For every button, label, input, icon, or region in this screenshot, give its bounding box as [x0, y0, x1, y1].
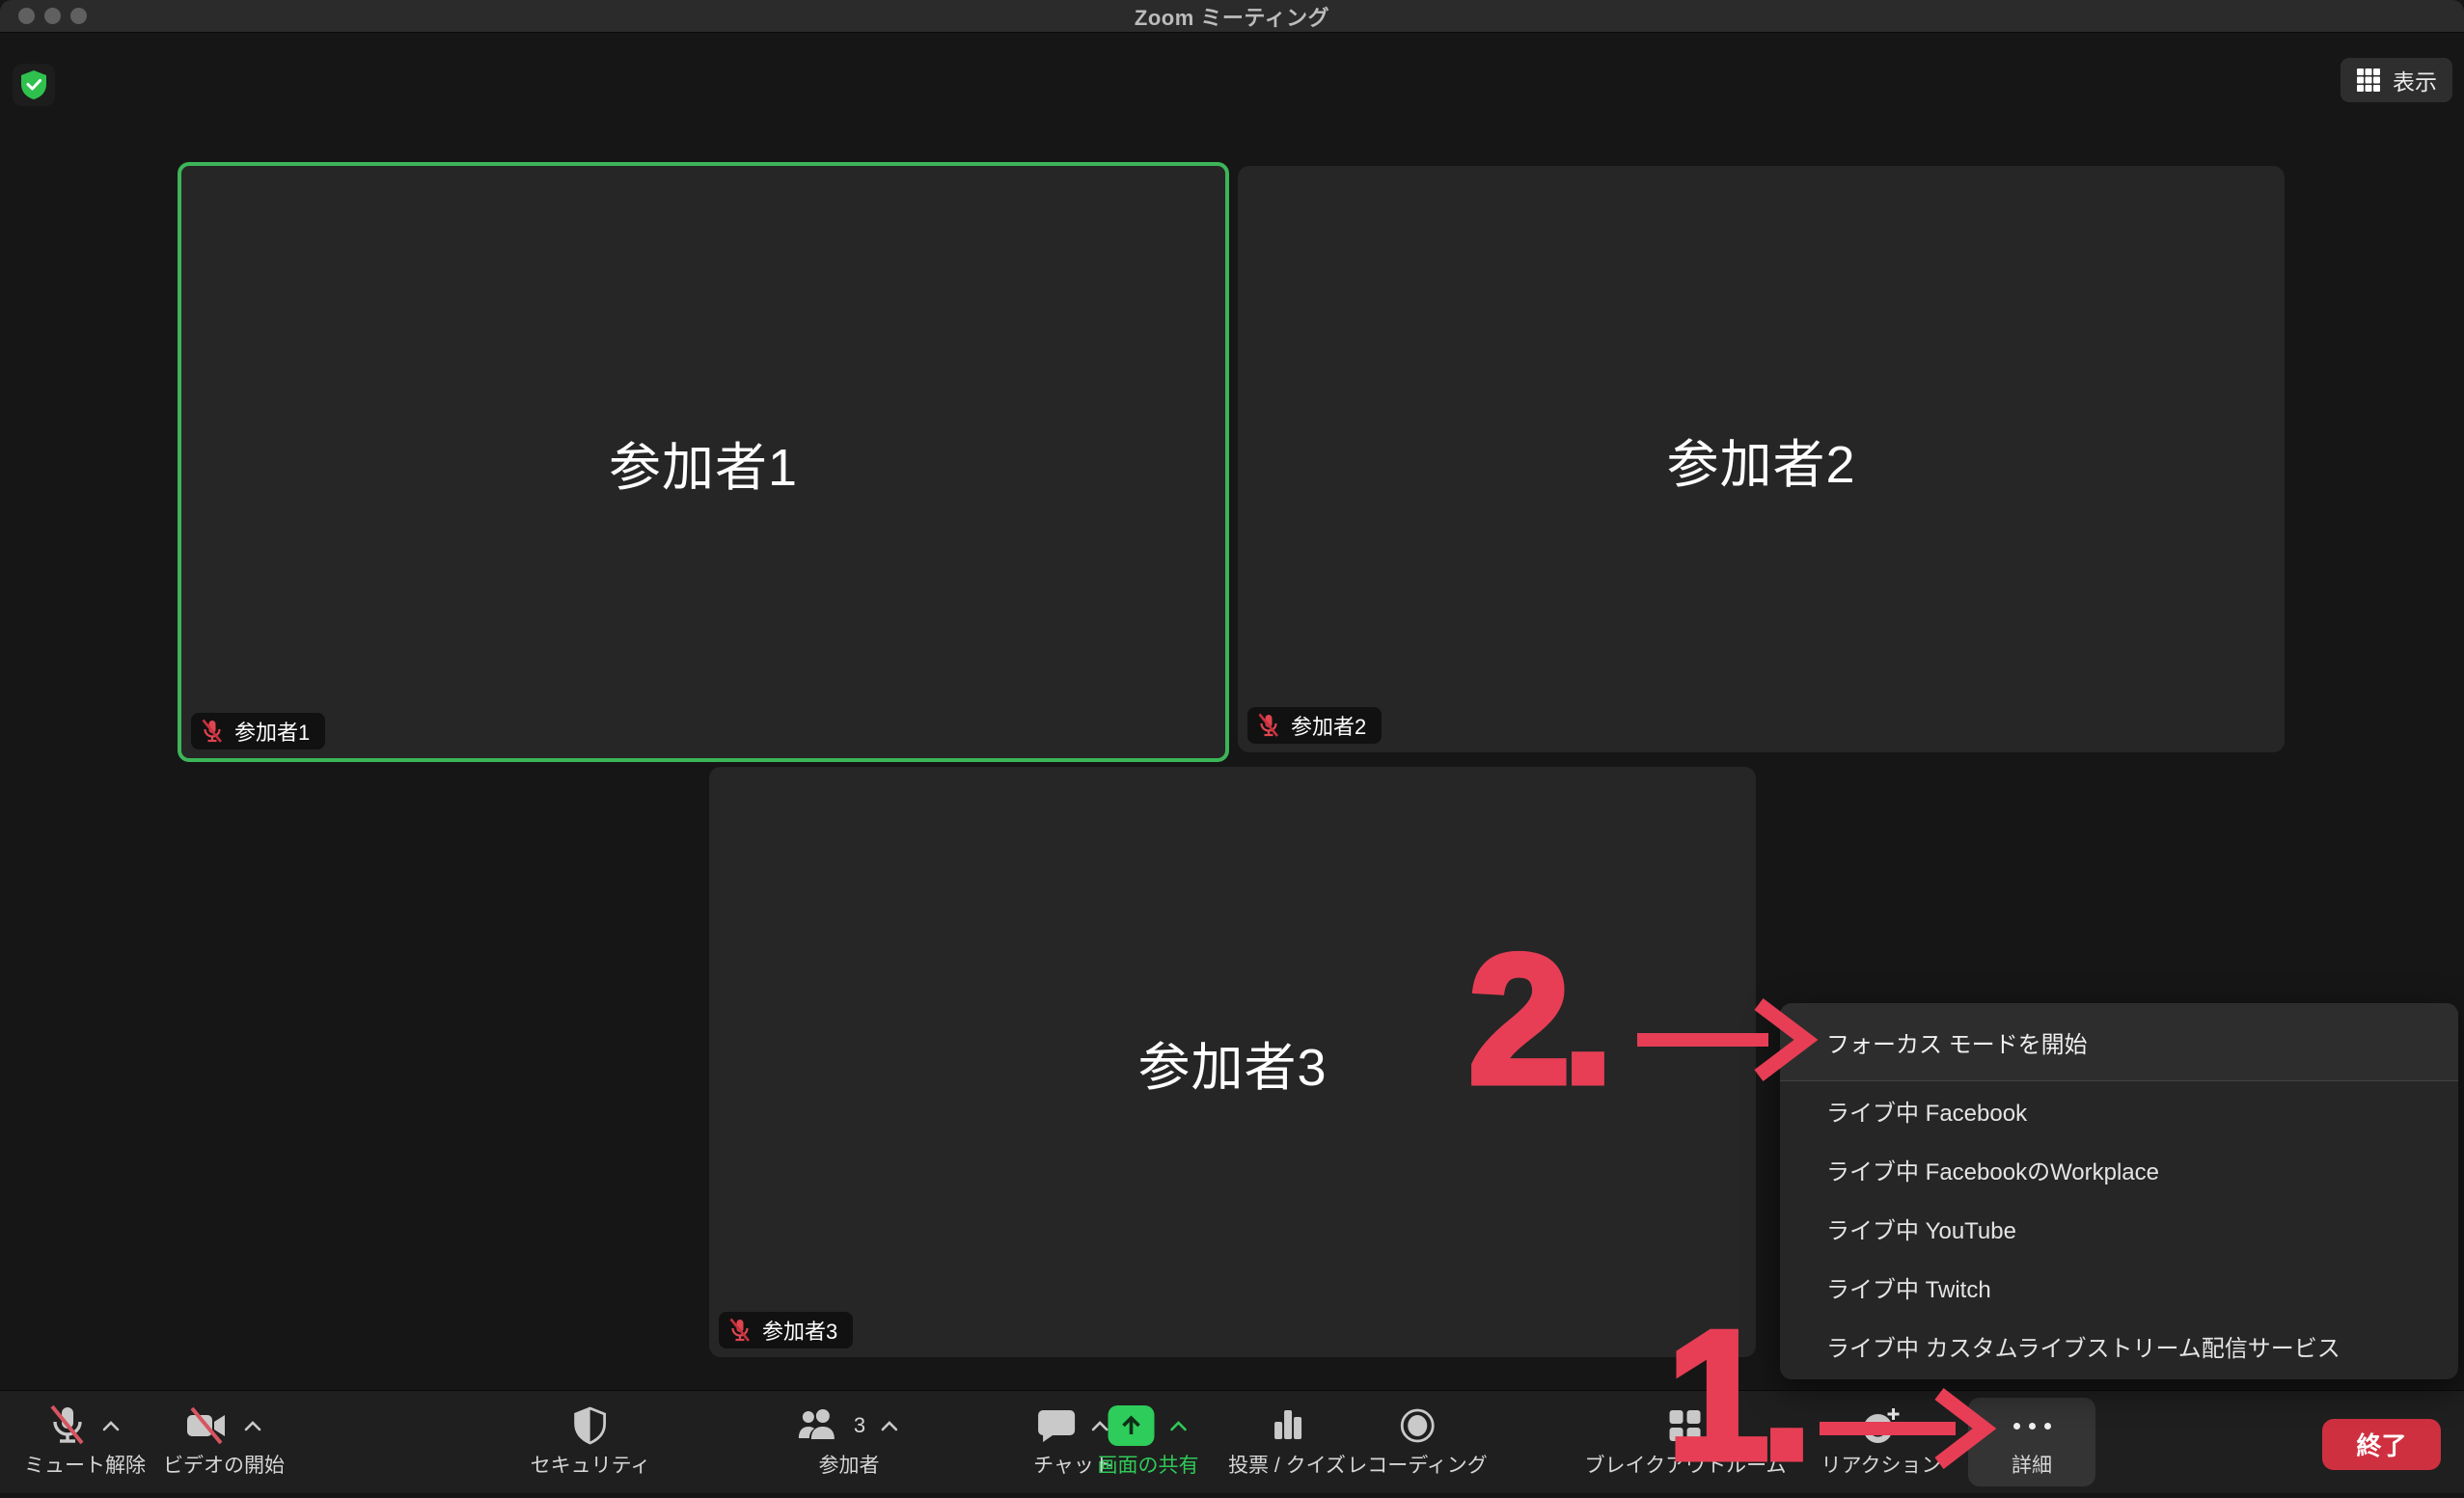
share-chevron-icon[interactable] — [1167, 1419, 1189, 1432]
camera-off-icon — [184, 1406, 229, 1445]
annotation-arrow-2 — [1630, 998, 1819, 1085]
participant-name-center: 参加者2 — [1666, 422, 1855, 498]
meeting-info-shield-button[interactable] — [13, 64, 55, 106]
participants-chevron-icon[interactable] — [879, 1419, 900, 1432]
menu-item-live-facebook[interactable]: ライブ中 Facebook — [1780, 1081, 2458, 1140]
window-title: Zoom ミーティング — [0, 0, 2464, 32]
security-shield-icon — [574, 1406, 607, 1445]
participant-name-pill: 参加者3 — [719, 1312, 853, 1348]
annotation-step-1: 1. — [1667, 1304, 1804, 1487]
participant-name-label: 参加者2 — [1291, 710, 1366, 741]
polls-bar-chart-icon — [1270, 1406, 1304, 1445]
participant-name-pill: 参加者1 — [191, 713, 325, 749]
muted-mic-icon — [1257, 713, 1280, 738]
more-options-menu: フォーカス モードを開始 ライブ中 Facebook ライブ中 Facebook… — [1780, 1003, 2458, 1379]
unmute-button[interactable]: ミュート解除 — [24, 1398, 146, 1486]
gallery-grid-icon — [2356, 68, 2381, 93]
video-options-chevron-icon[interactable] — [242, 1419, 263, 1432]
share-screen-label: 画面の共有 — [1098, 1450, 1199, 1479]
ellipsis-icon — [2013, 1403, 2051, 1448]
unmute-label: ミュート解除 — [24, 1450, 146, 1479]
video-tile-participant1[interactable]: 参加者1 参加者1 — [178, 162, 1229, 762]
security-label: セキュリティ — [531, 1450, 651, 1479]
menu-item-live-youtube[interactable]: ライブ中 YouTube — [1780, 1199, 2458, 1258]
share-screen-button[interactable]: 画面の共有 — [1098, 1398, 1199, 1486]
participant-name-center: 参加者3 — [1137, 1024, 1327, 1101]
view-button[interactable]: 表示 — [2341, 58, 2452, 102]
participant-name-label: 参加者1 — [234, 716, 310, 747]
polls-button[interactable]: 投票 / クイズ — [1228, 1398, 1346, 1486]
mic-muted-icon — [48, 1404, 87, 1447]
participant-name-label: 参加者3 — [762, 1315, 837, 1346]
meeting-toolbar: ミュート解除 ビデオの開始 セキ — [0, 1390, 2464, 1493]
participant-name-pill: 参加者2 — [1247, 707, 1382, 744]
recording-label: レコーディング — [1347, 1450, 1488, 1479]
muted-mic-icon — [201, 719, 224, 744]
start-video-label: ビデオの開始 — [163, 1450, 285, 1479]
polls-label: 投票 / クイズ — [1228, 1450, 1346, 1479]
security-shield-icon — [19, 69, 48, 100]
participants-label: 参加者 — [819, 1450, 880, 1479]
view-button-label: 表示 — [2393, 64, 2437, 96]
participants-count: 3 — [854, 1413, 865, 1438]
muted-mic-icon — [728, 1318, 752, 1343]
participant-name-center: 参加者1 — [609, 424, 798, 501]
start-video-button[interactable]: ビデオの開始 — [163, 1398, 285, 1486]
share-screen-icon — [1108, 1405, 1154, 1446]
security-button[interactable]: セキュリティ — [531, 1398, 651, 1486]
menu-item-live-workplace[interactable]: ライブ中 FacebookのWorkplace — [1780, 1140, 2458, 1199]
video-tile-participant2[interactable]: 参加者2 参加者2 — [1238, 166, 2285, 752]
end-meeting-button[interactable]: 終了 — [2322, 1419, 2441, 1470]
menu-item-live-twitch[interactable]: ライブ中 Twitch — [1780, 1258, 2458, 1317]
participants-button[interactable]: 3 参加者 — [798, 1398, 900, 1486]
recording-button[interactable]: レコーディング — [1347, 1398, 1488, 1486]
annotation-arrow-1 — [1814, 1385, 1997, 1472]
chat-bubble-icon — [1037, 1407, 1076, 1444]
mic-options-chevron-icon[interactable] — [100, 1419, 122, 1432]
annotation-step-2: 2. — [1468, 928, 1605, 1111]
menu-item-live-custom[interactable]: ライブ中 カスタムライブストリーム配信サービス — [1780, 1317, 2458, 1375]
record-circle-icon — [1398, 1406, 1437, 1445]
participants-icon — [798, 1406, 840, 1445]
more-label: 詳細 — [2012, 1450, 2052, 1479]
menu-item-start-focus-mode[interactable]: フォーカス モードを開始 — [1780, 1003, 2458, 1080]
window-titlebar: Zoom ミーティング — [0, 0, 2464, 33]
